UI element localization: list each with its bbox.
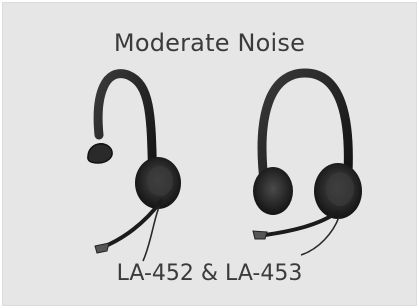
product-card[interactable]: Moderate Noise LA-452 & LA-453 [2,2,417,306]
binaural-headset-icon [252,68,362,256]
monaural-headset-icon [87,69,181,262]
model-caption: LA-452 & LA-453 [116,261,303,286]
